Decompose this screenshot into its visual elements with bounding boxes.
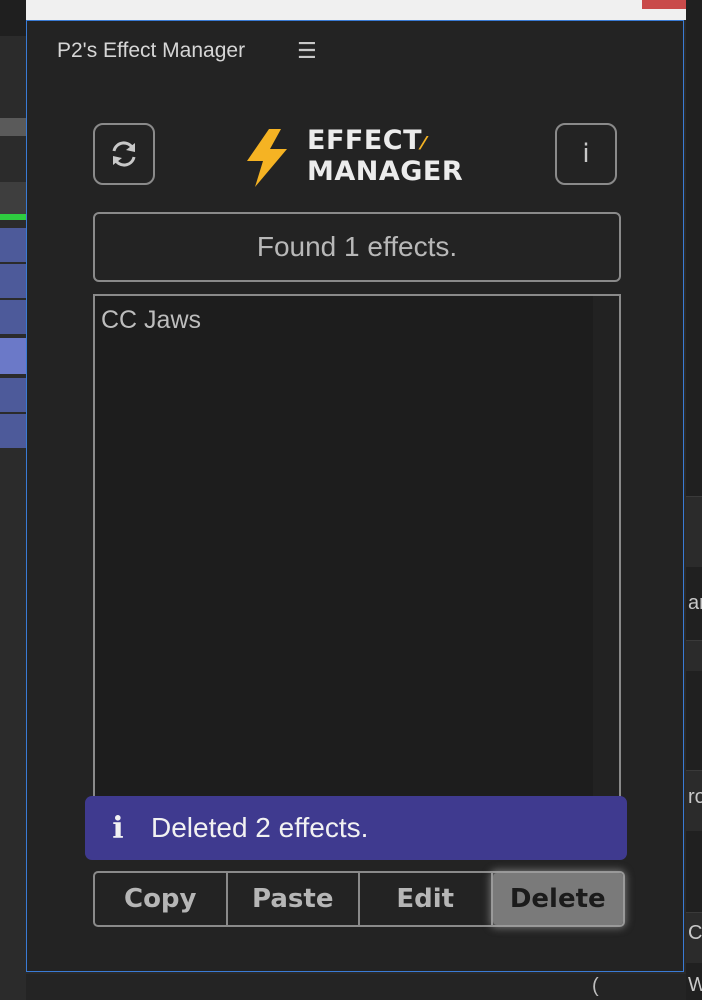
host-layer [0, 378, 26, 412]
host-bottom-bar [26, 974, 686, 1000]
host-layer [0, 414, 26, 448]
list-scrollbar[interactable] [593, 296, 619, 814]
paste-button[interactable]: Paste [228, 873, 360, 925]
host-right-text: Co [688, 922, 702, 944]
lightning-bolt-icon [247, 129, 287, 187]
effects-list[interactable]: CC Jaws [93, 294, 621, 816]
host-strip [0, 182, 26, 214]
host-right-text: ro [688, 786, 702, 808]
toast-message: Deleted 2 effects. [151, 812, 369, 843]
host-right-text: W [688, 974, 702, 996]
host-green-bar [0, 214, 26, 220]
info-icon: i [112, 810, 124, 846]
host-layer [0, 300, 26, 334]
refresh-icon [112, 141, 136, 167]
host-right-text: ar [688, 592, 702, 614]
status-text: Found 1 effects. [256, 231, 458, 262]
host-right-tile [686, 640, 702, 671]
logo-line2: MANAGER [307, 156, 464, 187]
status-box: Found 1 effects. [93, 212, 621, 282]
edit-button[interactable]: Edit [360, 873, 493, 925]
effect-manager-logo: EFFECT⁄ MANAGER [243, 125, 473, 189]
refresh-button[interactable] [93, 123, 155, 185]
action-buttons: Copy Paste Edit Delete [93, 871, 625, 927]
host-strip [0, 118, 26, 136]
host-title-bar [26, 0, 686, 20]
host-layer-selected [0, 338, 26, 374]
effect-manager-panel: P2's Effect Manager ☰ EFFECT⁄ MANAGER i … [26, 20, 684, 972]
copy-button[interactable]: Copy [95, 873, 228, 925]
host-left-panel [0, 0, 26, 1000]
host-right-tile [686, 496, 702, 567]
host-layer [0, 228, 26, 262]
toast-notification: i Deleted 2 effects. [85, 796, 627, 860]
logo-line1: EFFECT [307, 125, 423, 156]
panel-title: P2's Effect Manager [57, 39, 246, 62]
logo-text: EFFECT⁄ MANAGER [307, 127, 463, 186]
host-top-left [0, 0, 26, 36]
info-button[interactable]: i [555, 123, 617, 185]
delete-button[interactable]: Delete [492, 873, 623, 925]
list-item[interactable]: CC Jaws [101, 306, 201, 335]
hamburger-icon[interactable]: ☰ [297, 39, 317, 64]
host-layer [0, 264, 26, 298]
host-close-button[interactable] [642, 0, 686, 9]
info-icon: i [582, 139, 590, 169]
host-bottom-text: ( [592, 975, 599, 997]
small-bolt-icon: ⁄ [422, 133, 426, 154]
